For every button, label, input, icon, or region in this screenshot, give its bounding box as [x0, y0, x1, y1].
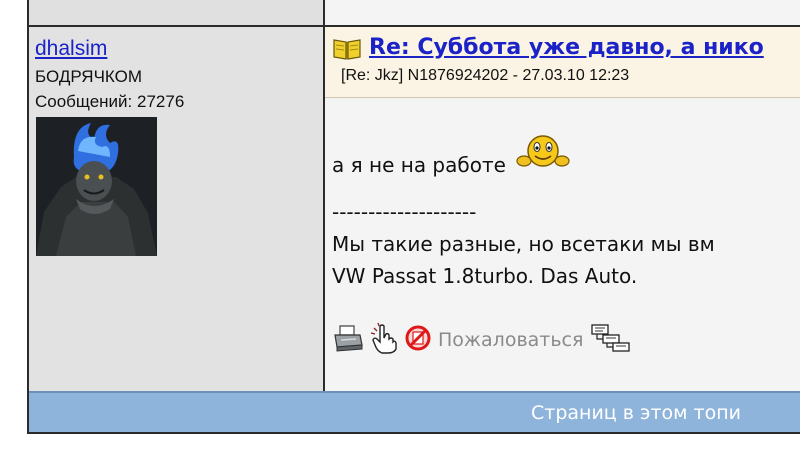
signature-separator: --------------------	[332, 200, 477, 224]
signature-line: Мы такие разные, но всетаки мы вм	[332, 232, 715, 256]
pages-label: Страниц в этом топи	[531, 402, 741, 424]
post-body: а я не на работе -------------------- Мы…	[332, 135, 715, 292]
smiley-waving-icon	[516, 133, 570, 182]
prohibited-icon[interactable]	[404, 324, 432, 356]
avatar	[36, 117, 157, 256]
previous-row-post-cell	[325, 0, 800, 27]
complain-link[interactable]: Пожаловаться	[438, 329, 583, 351]
post-meta: [Re: Jkz] N1876924202 - 27.03.10 12:23	[341, 67, 630, 84]
thread-tree-icon[interactable]	[591, 323, 631, 357]
post-panel: Re: Суббота уже давно, а нико [Re: Jkz] …	[325, 27, 800, 391]
signature-line: VW Passat 1.8turbo. Das Auto.	[332, 264, 638, 288]
post-title-link[interactable]: Re: Суббота уже давно, а нико	[369, 35, 764, 60]
user-post-count: Сообщений: 27276	[35, 92, 185, 111]
post-actions: Пожаловаться	[332, 322, 635, 358]
user-rank: БОДРЯЧКОМ	[35, 67, 142, 86]
post-message: а я не на работе	[332, 152, 506, 177]
previous-row-user-cell	[29, 0, 325, 27]
pagination-bar: Страниц в этом топи	[29, 391, 800, 432]
printer-icon[interactable]	[332, 323, 364, 357]
forum-post-table: dhalsim БОДРЯЧКОМ Сообщений: 27276 Re: С…	[27, 0, 800, 434]
post-header: Re: Суббота уже давно, а нико [Re: Jkz] …	[325, 27, 800, 98]
pointing-hand-icon[interactable]	[368, 322, 400, 358]
user-panel: dhalsim БОДРЯЧКОМ Сообщений: 27276	[29, 27, 325, 391]
username-link[interactable]: dhalsim	[35, 37, 107, 61]
open-book-icon	[333, 36, 361, 64]
